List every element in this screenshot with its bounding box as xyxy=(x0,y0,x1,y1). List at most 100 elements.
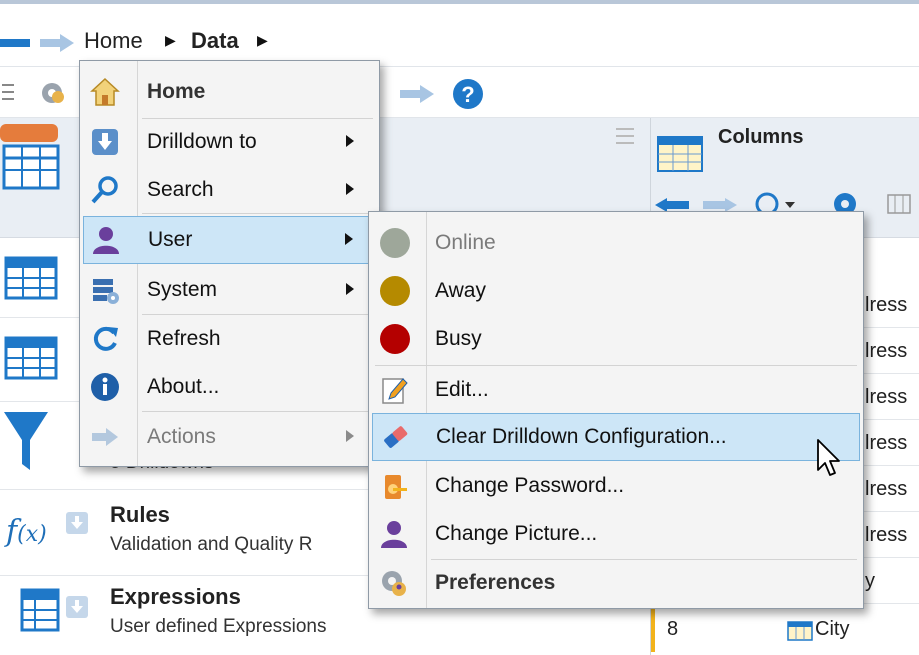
menu-item-label: Drilldown to xyxy=(147,130,257,153)
submenu-arrow-icon xyxy=(346,135,354,147)
preferences-icon xyxy=(382,571,406,596)
download-icon[interactable] xyxy=(66,596,88,618)
row-number: 8 xyxy=(667,618,679,640)
menu-item-online[interactable]: Online xyxy=(372,220,860,266)
menu-item-refresh[interactable]: Refresh xyxy=(83,316,376,362)
breadcrumb-separator-icon: ▶ xyxy=(165,32,176,48)
menu-item-away[interactable]: Away xyxy=(372,268,860,314)
menu-item-system[interactable]: System xyxy=(83,267,376,313)
columns-label: Columns xyxy=(718,126,804,148)
application-window: Home ▶ Data ▶ ? 5 Drilldowns f(x) Rules … xyxy=(0,0,919,655)
menu-item-busy[interactable]: Busy xyxy=(372,316,860,362)
menu-separator xyxy=(375,365,857,366)
system-icon xyxy=(93,279,119,304)
svg-text:?: ? xyxy=(461,82,474,107)
menu-item-label: Refresh xyxy=(147,327,221,350)
arrow-right-icon[interactable] xyxy=(400,85,434,103)
menu-separator xyxy=(142,314,373,315)
column-table-icon xyxy=(787,621,813,641)
key-icon xyxy=(385,475,407,499)
table-icon xyxy=(4,336,58,380)
eraser-icon xyxy=(384,426,408,448)
drilldown-icon xyxy=(92,129,118,155)
menu-separator xyxy=(142,213,373,214)
menu-item-label: Preferences xyxy=(435,571,556,594)
info-icon xyxy=(91,373,119,401)
menu-item-label: Online xyxy=(435,231,496,254)
menu-item-preferences[interactable]: Preferences xyxy=(372,560,860,606)
user-picture-icon xyxy=(381,521,407,548)
table-row[interactable]: 8 City xyxy=(651,606,919,652)
columns-table-icon xyxy=(657,136,703,172)
mouse-cursor-icon xyxy=(817,439,840,476)
list-icon[interactable] xyxy=(2,82,16,102)
list-item-title: Rules xyxy=(110,502,170,527)
menu-item-label: About... xyxy=(147,375,220,398)
status-online-icon xyxy=(380,228,410,258)
user-submenu: Online Away Busy Edit... Clear Drilldown… xyxy=(368,211,864,609)
table-cell: lress xyxy=(865,524,908,546)
menu-item-label: Actions xyxy=(147,425,216,448)
menu-item-actions[interactable]: Actions xyxy=(83,414,376,460)
table-icon[interactable] xyxy=(0,124,60,192)
menu-item-label: User xyxy=(148,228,193,251)
menu-item-home[interactable]: Home xyxy=(83,69,376,115)
settings-user-icon[interactable] xyxy=(38,79,68,107)
context-menu: Home Drilldown to Search User System Ref… xyxy=(79,60,380,467)
table-cell: lress xyxy=(865,294,908,316)
submenu-arrow-icon xyxy=(345,233,353,245)
menu-separator xyxy=(142,411,373,412)
user-icon xyxy=(93,227,119,254)
submenu-arrow-icon xyxy=(346,283,354,295)
list-item-title: Expressions xyxy=(110,584,241,609)
table-icon xyxy=(20,588,60,632)
arrow-right-icon xyxy=(92,428,118,446)
download-icon[interactable] xyxy=(66,512,88,534)
menu-item-label: Busy xyxy=(435,327,482,350)
submenu-arrow-icon xyxy=(346,430,354,442)
menu-item-clear-drilldown-configuration[interactable]: Clear Drilldown Configuration... xyxy=(372,413,860,461)
table-cell: lress xyxy=(865,386,908,408)
menu-item-edit[interactable]: Edit... xyxy=(372,367,860,413)
breadcrumb-data[interactable]: Data xyxy=(191,28,239,54)
home-icon xyxy=(90,77,120,106)
status-busy-icon xyxy=(380,324,410,354)
menu-item-drilldown-to[interactable]: Drilldown to xyxy=(83,119,376,165)
table-cell: y xyxy=(865,570,875,592)
list-item-subtitle: Validation and Quality R xyxy=(110,534,313,555)
menu-item-about[interactable]: About... xyxy=(83,364,376,410)
table-cell: lress xyxy=(865,432,908,454)
search-icon xyxy=(91,176,118,204)
menu-item-label: Change Picture... xyxy=(435,522,598,545)
column-name: City xyxy=(815,618,850,640)
submenu-arrow-icon xyxy=(346,183,354,195)
breadcrumb-separator-icon: ▶ xyxy=(257,32,268,48)
menu-item-label: Search xyxy=(147,178,214,201)
help-icon[interactable]: ? xyxy=(452,78,484,110)
menu-item-search[interactable]: Search xyxy=(83,167,376,213)
table-icon xyxy=(4,256,58,300)
back-arrow-icon[interactable] xyxy=(655,198,689,212)
drag-handle-icon[interactable] xyxy=(616,126,634,146)
menu-item-label: Home xyxy=(147,80,206,103)
menu-item-label: System xyxy=(147,278,218,301)
list-item-subtitle: User defined Expressions xyxy=(110,616,327,637)
menu-item-change-password[interactable]: Change Password... xyxy=(372,463,860,509)
menu-item-user[interactable]: User xyxy=(83,216,376,264)
grid-icon[interactable] xyxy=(887,194,911,214)
edit-icon xyxy=(382,378,408,404)
status-away-icon xyxy=(380,276,410,306)
breadcrumb-home[interactable]: Home xyxy=(84,28,143,54)
filter-icon xyxy=(4,412,48,470)
menu-item-label: Change Password... xyxy=(435,474,625,497)
forward-arrow-icon[interactable] xyxy=(703,198,737,212)
menu-item-change-picture[interactable]: Change Picture... xyxy=(372,511,860,557)
back-arrow-icon[interactable] xyxy=(0,34,32,52)
forward-arrow-icon[interactable] xyxy=(40,34,74,52)
table-cell: lress xyxy=(865,478,908,500)
refresh-icon xyxy=(93,326,118,351)
menu-item-label: Clear Drilldown Configuration... xyxy=(436,425,727,448)
function-icon: f(x) xyxy=(6,514,47,549)
table-cell: lress xyxy=(865,340,908,362)
menu-item-label: Edit... xyxy=(435,378,489,401)
